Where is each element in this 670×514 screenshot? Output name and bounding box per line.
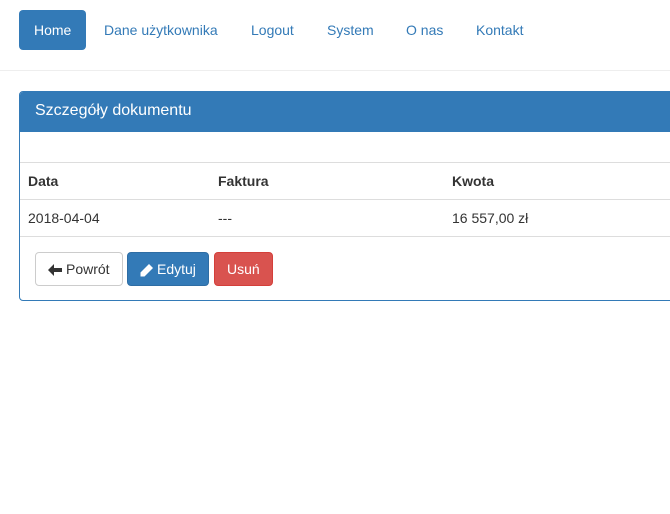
delete-button-label: Usuń (227, 261, 260, 277)
column-header-amount: Kwota (452, 173, 494, 189)
top-navbar: Home Dane użytkownika Logout System O na… (0, 0, 670, 71)
nav-item-system[interactable]: System (327, 10, 374, 50)
document-details-panel: Szczegóły dokumentu Data Faktura Kwota 2… (19, 91, 670, 301)
arrow-left-icon (48, 264, 62, 277)
edit-button[interactable]: Edytuj (127, 252, 209, 286)
nav-item-contact[interactable]: Kontakt (476, 10, 523, 50)
cell-date: 2018-04-04 (28, 210, 100, 226)
column-header-invoice: Faktura (218, 173, 269, 189)
nav-item-about[interactable]: O nas (406, 10, 443, 50)
pencil-icon (140, 263, 153, 277)
panel-title: Szczegóły dokumentu (20, 92, 670, 132)
back-button-label: Powrót (66, 261, 110, 277)
back-button[interactable]: Powrót (35, 252, 123, 286)
nav-item-user-data[interactable]: Dane użytkownika (104, 10, 218, 50)
nav-item-logout[interactable]: Logout (251, 10, 294, 50)
column-header-date: Data (28, 173, 59, 189)
delete-button[interactable]: Usuń (214, 252, 273, 286)
table-top-border (20, 162, 670, 163)
edit-button-label: Edytuj (157, 261, 196, 277)
table-header-border (20, 199, 670, 200)
cell-invoice: --- (218, 210, 232, 226)
nav-item-home[interactable]: Home (19, 10, 87, 50)
panel-body-spacer (20, 132, 670, 162)
cell-amount: 16 557,00 zł (452, 210, 529, 226)
table-bottom-border (20, 236, 670, 237)
